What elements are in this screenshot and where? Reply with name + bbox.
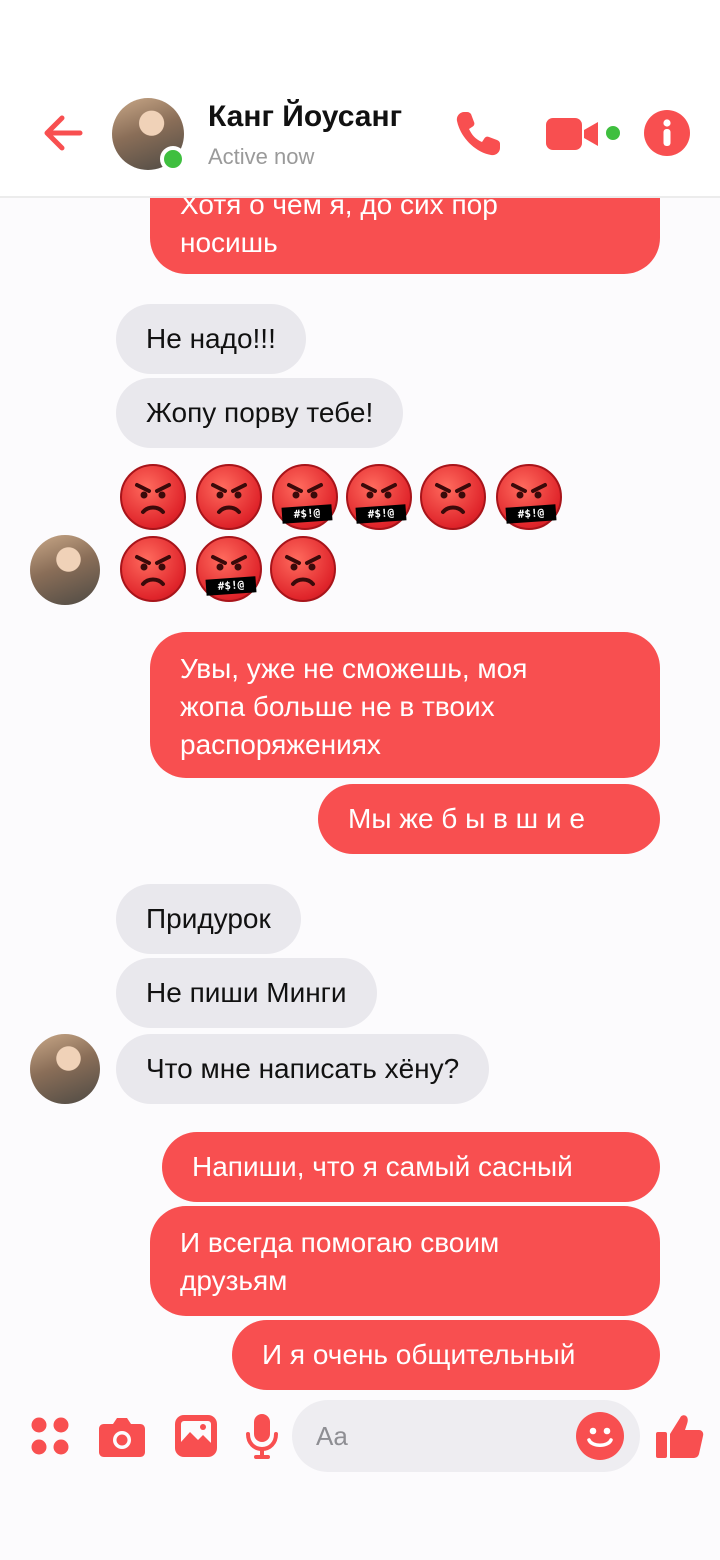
message-outgoing[interactable]: И я очень общительный xyxy=(232,1320,660,1390)
angry-face-features xyxy=(135,555,171,586)
message-composer xyxy=(0,1394,720,1484)
grid-menu-icon[interactable] xyxy=(30,1416,70,1461)
contact-status: Active now xyxy=(208,144,315,169)
angry-face-icon xyxy=(270,536,336,602)
video-active-indicator xyxy=(604,124,622,142)
angry-face-features xyxy=(285,555,321,586)
message-outgoing[interactable]: Напиши, что я самый сасный xyxy=(162,1132,660,1202)
sender-avatar[interactable] xyxy=(30,535,100,605)
message-incoming[interactable]: Не надо!!! xyxy=(116,304,306,374)
camera-icon[interactable] xyxy=(98,1414,146,1463)
thumbs-up-icon[interactable] xyxy=(654,1410,706,1462)
angry-face-features xyxy=(435,483,471,514)
microphone-icon[interactable] xyxy=(244,1412,280,1465)
message-outgoing[interactable]: Увы, уже не сможешь, моя жопа больше не … xyxy=(150,632,660,778)
contact-name[interactable]: Канг Йоусанг xyxy=(208,100,402,134)
message-incoming[interactable]: Не пиши Минги xyxy=(116,958,377,1028)
message-input[interactable] xyxy=(316,1400,566,1472)
chat-header: Канг Йоусанг Active now xyxy=(0,0,720,198)
angry-face-icon xyxy=(120,464,186,530)
angry-face-icon xyxy=(420,464,486,530)
info-icon[interactable] xyxy=(644,110,690,156)
emoji-picker-icon[interactable] xyxy=(576,1412,624,1460)
phone-call-icon[interactable] xyxy=(450,106,506,162)
cursing-face-icon: #$!@ xyxy=(196,536,262,602)
contact-avatar[interactable] xyxy=(112,98,186,172)
angry-face-icon xyxy=(120,536,186,602)
back-arrow-icon[interactable] xyxy=(36,106,90,160)
angry-face-icon xyxy=(196,464,262,530)
cursing-face-icon: #$!@ xyxy=(496,464,562,530)
video-call-icon[interactable] xyxy=(544,114,600,154)
sender-avatar[interactable] xyxy=(30,1034,100,1104)
gallery-icon[interactable] xyxy=(174,1414,218,1463)
angry-face-features xyxy=(135,483,171,514)
cursing-face-icon: #$!@ xyxy=(272,464,338,530)
message-incoming[interactable]: Что мне написать хёну? xyxy=(116,1034,490,1104)
cursing-face-icon: #$!@ xyxy=(346,464,412,530)
online-indicator xyxy=(160,146,186,172)
message-input-container[interactable] xyxy=(292,1400,640,1472)
angry-face-features xyxy=(211,483,247,514)
message-outgoing[interactable]: Мы же б ы в ш и е xyxy=(318,784,660,854)
message-incoming[interactable]: Жопу порву тебе! xyxy=(116,378,404,448)
message-incoming[interactable]: Придурок xyxy=(116,884,301,954)
message-outgoing[interactable]: И всегда помогаю своим друзьям xyxy=(150,1206,660,1316)
